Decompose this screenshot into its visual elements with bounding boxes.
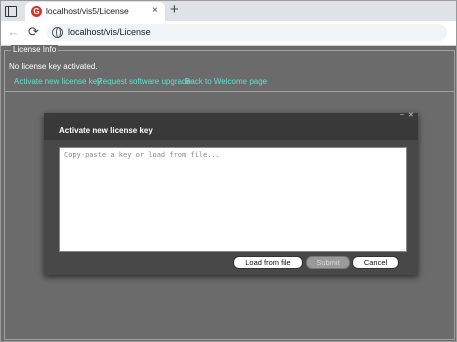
dialog-header: Activate new license key — [44, 120, 418, 140]
favicon-icon: G — [31, 6, 42, 17]
cancel-button[interactable]: Cancel — [352, 256, 399, 269]
license-status: No license key activated. — [9, 62, 98, 71]
back-icon[interactable]: ← — [7, 25, 20, 39]
activate-license-link[interactable]: Activate new license key — [14, 77, 101, 86]
browser-toolbar: ← ⟳ localhost/vis/License — [1, 21, 456, 46]
dialog-title: Activate new license key — [59, 126, 153, 135]
new-tab-icon[interactable]: + — [170, 2, 179, 18]
close-icon[interactable]: ✕ — [408, 111, 414, 120]
browser-tab[interactable]: G localhost/vis5/License × — [25, 2, 165, 21]
submit-button[interactable]: Submit — [306, 256, 350, 269]
page-content: License Info No license key activated. A… — [1, 45, 456, 341]
dialog-window-bar: – ✕ — [44, 110, 418, 120]
minimize-icon[interactable]: – — [400, 110, 404, 119]
address-bar[interactable]: localhost/vis/License — [47, 24, 447, 41]
request-upgrade-link[interactable]: Request software upgrade — [97, 77, 191, 86]
license-info-fieldset: License Info No license key activated. A… — [4, 45, 455, 92]
tab-actions-icon[interactable] — [4, 4, 18, 18]
tab-strip: G localhost/vis5/License × + — [1, 1, 456, 21]
license-key-input[interactable] — [59, 147, 407, 252]
globe-icon — [52, 27, 63, 38]
tab-close-icon[interactable]: × — [152, 5, 158, 17]
activate-license-dialog: – ✕ Activate new license key Load from f… — [44, 110, 418, 275]
load-from-file-button[interactable]: Load from file — [233, 256, 303, 269]
back-to-welcome-link[interactable]: Back to Welcome page — [185, 77, 267, 86]
tab-title: localhost/vis5/License — [46, 6, 129, 16]
address-text[interactable]: localhost/vis/License — [68, 27, 151, 37]
license-info-legend: License Info — [11, 45, 59, 54]
browser-window: G localhost/vis5/License × + ← ⟳ localho… — [0, 0, 457, 342]
reload-icon[interactable]: ⟳ — [28, 24, 39, 40]
